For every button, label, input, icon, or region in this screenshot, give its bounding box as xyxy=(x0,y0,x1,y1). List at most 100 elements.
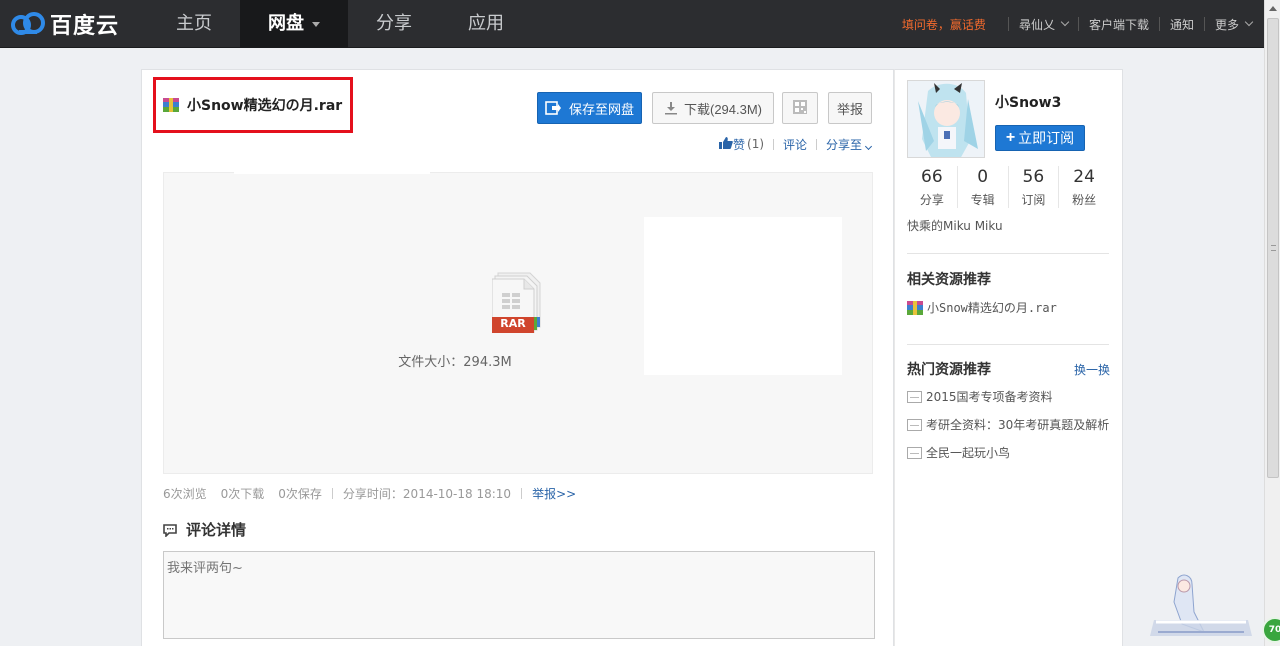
nav-netdisk[interactable]: 网盘 xyxy=(240,0,348,48)
swap-link[interactable]: 换一换 xyxy=(1074,361,1110,378)
comments-header: 评论详情 xyxy=(163,519,246,540)
document-icon xyxy=(907,418,922,431)
main-nav: 主页 网盘 分享 应用 xyxy=(148,0,532,48)
preview-strip xyxy=(234,172,430,174)
download-button[interactable]: 下载(294.3M) xyxy=(652,92,774,124)
nav-home[interactable]: 主页 xyxy=(148,0,240,48)
like-label: 赞 xyxy=(733,137,746,152)
cloud-logo-icon xyxy=(10,10,46,38)
qr-code-icon xyxy=(793,99,807,117)
thumbs-up-icon xyxy=(719,136,733,152)
notify-link[interactable]: 通知 xyxy=(1170,16,1194,33)
file-stats: 6次浏览 0次下载 0次保存 分享时间：2014-10-18 18:10 举报>… xyxy=(163,485,576,501)
scroll-up-arrow-icon[interactable] xyxy=(1265,0,1280,16)
count-subscriptions[interactable]: 56 订阅 xyxy=(1009,166,1060,208)
share-to-menu[interactable]: 分享至 xyxy=(826,136,873,153)
report-button[interactable]: 举报 xyxy=(828,92,872,124)
document-icon xyxy=(907,390,922,403)
count-albums[interactable]: 0 专辑 xyxy=(958,166,1009,208)
chevron-down-icon xyxy=(865,142,873,150)
file-preview-area: RAR 文件大小：294.3M xyxy=(163,172,873,474)
rar-type-label: RAR xyxy=(500,317,526,330)
divider xyxy=(907,253,1109,254)
more-menu[interactable]: 更多 xyxy=(1215,16,1254,33)
related-item[interactable]: 小Snow精选幻の月.rar xyxy=(907,299,1057,316)
baidu-yun-logo[interactable]: 百度云 xyxy=(10,8,119,40)
ad-slot xyxy=(644,217,842,375)
rar-file-icon xyxy=(163,98,179,112)
download-label: 下载(294.3M) xyxy=(683,101,763,117)
file-name: 小Snow精选幻の月.rar xyxy=(187,98,343,114)
divider xyxy=(1158,17,1160,31)
document-icon xyxy=(907,446,922,459)
hot-item[interactable]: 2015国考专项备考资料 xyxy=(907,388,1053,405)
avatar[interactable] xyxy=(907,80,985,158)
plus-icon: + xyxy=(1005,129,1016,146)
count-fans[interactable]: 24 粉丝 xyxy=(1059,166,1109,208)
download-count: 0次下载 xyxy=(220,486,265,501)
top-right-menu: 填问卷，赢话费 尋仙乂 客户端下载 通知 更多 xyxy=(902,0,1254,48)
logo-text: 百度云 xyxy=(50,14,120,39)
rar-file-icon xyxy=(907,300,923,315)
sharer-sidebar: 小Snow3 + 立即订阅 66 分享 0 专辑 56 订阅 24 粉丝 快乘的Miku… xyxy=(894,69,1123,646)
comments-title: 评论详情 xyxy=(186,521,247,539)
top-nav-bar: 百度云 主页 网盘 分享 应用 填问卷，赢话费 尋仙乂 客户端下载 通知 更多 xyxy=(0,0,1264,48)
hot-title: 热门资源推荐 xyxy=(907,362,991,378)
file-detail-panel: 小Snow精选幻の月.rar 保存至网盘 下载(294.3M) 举报 赞 (1)… xyxy=(141,69,894,646)
divider xyxy=(521,487,523,499)
chevron-down-icon xyxy=(1244,17,1254,27)
save-label: 保存至网盘 xyxy=(568,101,634,117)
comment-link[interactable]: 评论 xyxy=(783,136,807,153)
hot-item-name: 考研全资料：30年考研真题及解析 xyxy=(926,418,1110,432)
sharer-bio: 快乘的Miku Miku xyxy=(907,219,1003,233)
count-value: 24 xyxy=(1073,167,1095,187)
subscribe-button[interactable]: + 立即订阅 xyxy=(995,125,1085,151)
divider xyxy=(816,138,818,150)
view-count: 6次浏览 xyxy=(163,486,207,501)
chevron-down-icon xyxy=(312,21,320,27)
like-button[interactable]: 赞 (1) xyxy=(719,136,764,153)
divider xyxy=(1077,17,1079,31)
hot-item[interactable]: 全民一起玩小鸟 xyxy=(907,444,1010,461)
file-actions: 赞 (1) 评论 分享至 xyxy=(719,136,873,153)
related-item-name: 小Snow精选幻の月.rar xyxy=(927,301,1057,315)
report-link[interactable]: 举报>> xyxy=(532,485,576,502)
comment-input[interactable] xyxy=(163,551,875,639)
vertical-scrollbar[interactable] xyxy=(1264,0,1280,646)
download-icon xyxy=(664,101,678,115)
divider xyxy=(331,487,333,499)
qr-code-button[interactable] xyxy=(782,92,818,124)
sharer-username[interactable]: 小Snow3 xyxy=(995,92,1061,112)
share-to-label: 分享至 xyxy=(826,137,863,152)
nav-share[interactable]: 分享 xyxy=(348,0,440,48)
count-value: 66 xyxy=(921,167,943,187)
site-watermark-logo xyxy=(1148,572,1260,646)
client-download-link[interactable]: 客户端下载 xyxy=(1089,16,1149,33)
hot-item-name: 2015国考专项备考资料 xyxy=(926,390,1053,404)
count-label: 粉丝 xyxy=(1072,193,1097,207)
user-name: 尋仙乂 xyxy=(1018,17,1055,32)
divider xyxy=(1203,17,1205,31)
nav-apps[interactable]: 应用 xyxy=(440,0,532,48)
subscribe-label: 立即订阅 xyxy=(1018,130,1075,146)
hot-item-name: 全民一起玩小鸟 xyxy=(926,446,1011,460)
save-count: 0次保存 xyxy=(278,486,322,501)
user-menu[interactable]: 尋仙乂 xyxy=(1018,16,1070,33)
share-time: 分享时间：2014-10-18 18:10 xyxy=(342,486,512,501)
count-value: 56 xyxy=(1022,167,1045,187)
count-value: 0 xyxy=(977,167,989,187)
grip-icon xyxy=(1271,245,1276,251)
save-to-netdisk-button[interactable]: 保存至网盘 xyxy=(537,92,642,124)
related-title: 相关资源推荐 xyxy=(907,272,991,288)
sharer-counts: 66 分享 0 专辑 56 订阅 24 粉丝 xyxy=(907,166,1109,208)
like-count: (1) xyxy=(747,137,765,151)
count-label: 分享 xyxy=(919,193,944,207)
file-title-highlight: 小Snow精选幻の月.rar xyxy=(153,77,353,133)
count-shares[interactable]: 66 分享 xyxy=(907,166,958,208)
comment-icon xyxy=(163,523,177,538)
divider xyxy=(1007,17,1009,31)
scrollbar-thumb[interactable] xyxy=(1267,18,1279,478)
divider xyxy=(907,344,1109,345)
hot-item[interactable]: 考研全资料：30年考研真题及解析 xyxy=(907,416,1109,433)
survey-promo-link[interactable]: 填问卷，赢话费 xyxy=(902,16,986,33)
